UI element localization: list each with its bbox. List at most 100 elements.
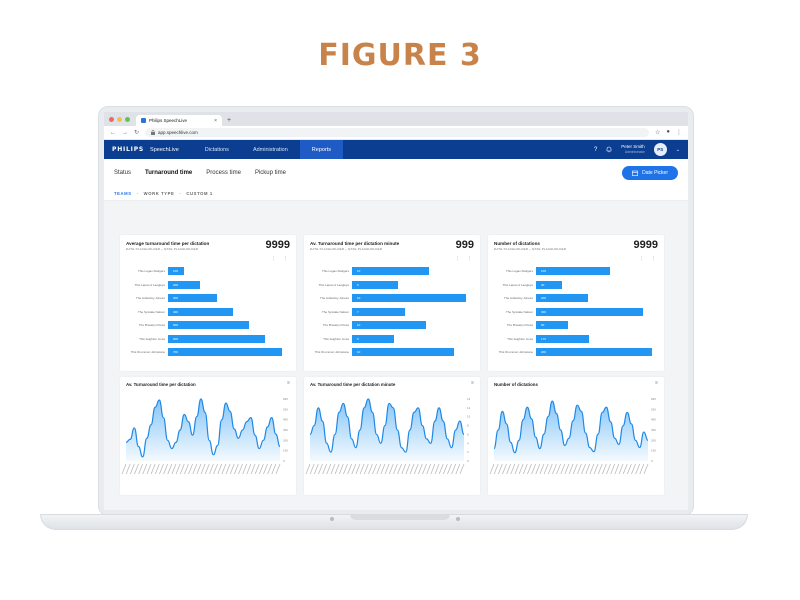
bar[interactable]: 300 — [536, 307, 643, 316]
filter-work-type[interactable]: WORK TYPE — [144, 191, 175, 196]
bar-label: This Jeighton Lines — [139, 336, 165, 341]
bar[interactable]: 500 — [168, 321, 250, 329]
bar[interactable]: 10 — [352, 267, 429, 275]
calendar-icon — [632, 170, 639, 176]
more-options-icon[interactable]: ⋮ — [651, 256, 656, 262]
date-picker-button[interactable]: Date Picker — [622, 166, 678, 180]
nav-reports[interactable]: Reports — [299, 140, 344, 159]
bell-icon[interactable] — [606, 146, 612, 153]
new-tab-icon[interactable]: + — [227, 115, 231, 126]
more-options-icon[interactable]: ⋮ — [283, 256, 288, 262]
bar-row: This Drummon Johnstone 10 — [304, 348, 455, 356]
bar-label: This Logan Rodgers — [321, 269, 349, 273]
bar[interactable]: 600 — [168, 334, 266, 343]
philips-logo[interactable]: PHILIPS — [112, 146, 144, 153]
browser-tab-title: Philips SpeechLive — [149, 118, 188, 123]
browser-tab[interactable]: Philips SpeechLive × — [136, 115, 222, 126]
user-info[interactable]: Peter Smith Administrator — [621, 144, 645, 155]
address-bar[interactable]: app.speechlive.com — [145, 128, 649, 137]
maximize-window-dot[interactable] — [125, 117, 130, 122]
profile-icon[interactable]: ● — [666, 129, 670, 136]
x-tick-mark — [196, 463, 202, 475]
bar[interactable]: 50 — [536, 321, 569, 329]
x-tick-mark — [129, 463, 135, 475]
filter-custom-1[interactable]: CUSTOM 1 — [186, 191, 212, 196]
chart-menu-icon[interactable]: ≡ — [655, 380, 658, 386]
tab-pickup-time[interactable]: Pickup time — [255, 170, 286, 176]
bar-label: This Logan Rodgers — [137, 269, 165, 273]
y-tick-label: 200 — [283, 438, 288, 442]
bar-row: The Amberley Joneze 10 — [304, 294, 466, 302]
bar-row: This Laura of Langleys 200 — [120, 280, 201, 289]
bar[interactable]: 10 — [352, 294, 466, 302]
bar[interactable]: 30 — [536, 280, 562, 289]
forward-arrow-icon[interactable]: → — [122, 130, 128, 136]
bar[interactable]: 400 — [168, 307, 233, 316]
x-tick-mark — [438, 463, 444, 475]
nav-reports-label: Reports — [311, 146, 332, 153]
tab-process-time[interactable]: Process time — [206, 170, 241, 176]
x-tick-mark — [134, 463, 139, 475]
x-tick-mark — [234, 463, 239, 475]
x-tick-mark — [351, 463, 357, 475]
x-tick-mark — [405, 463, 411, 475]
tab-status[interactable]: Status — [114, 170, 131, 176]
x-tick-mark — [459, 463, 465, 475]
bar-row: This Laura of Langleys 30 — [488, 280, 562, 289]
bar-label: The Amberley Joneze — [319, 296, 349, 300]
y-tick-label: 400 — [651, 418, 656, 422]
x-tick-mark — [426, 463, 432, 475]
minimize-window-dot[interactable] — [117, 117, 122, 122]
x-tick-mark — [159, 463, 164, 475]
bar[interactable]: 6 — [352, 334, 394, 343]
bar-label: The Amberley Joneze — [503, 296, 533, 300]
bar-row: This Jeighton Lines 600 — [120, 334, 266, 343]
bar[interactable]: 700 — [168, 348, 282, 356]
bar[interactable]: 6 — [352, 280, 399, 289]
filter-teams[interactable]: TEAMS — [114, 191, 132, 196]
browser-menu-icon[interactable]: ⋮ — [676, 129, 682, 136]
x-tick-mark — [430, 463, 436, 475]
app-header: PHILIPS SpeechLive Dictations Administra… — [104, 140, 688, 159]
x-tick-mark — [138, 463, 144, 475]
download-icon[interactable]: ⋮ — [639, 256, 644, 262]
back-arrow-icon[interactable]: ← — [110, 130, 116, 136]
card-date-range: DATE PLACEHOLDER – DATE PLACEHOLDER — [310, 247, 383, 251]
report-tabs: Status Turnaround time Process time Pick… — [104, 159, 688, 187]
bar[interactable]: 200 — [168, 280, 201, 289]
nav-dictations[interactable]: Dictations — [193, 140, 241, 159]
bar[interactable]: 10 — [352, 348, 455, 356]
download-icon[interactable]: ⋮ — [271, 256, 276, 262]
tab-turnaround-time[interactable]: Turnaround time — [145, 170, 192, 176]
reload-icon[interactable]: ↻ — [134, 129, 139, 136]
x-tick-mark — [597, 463, 603, 475]
x-tick-mark — [213, 463, 218, 475]
bar[interactable]: 170 — [536, 334, 590, 343]
bookmark-star-icon[interactable]: ☆ — [655, 129, 660, 136]
x-tick-mark — [635, 463, 641, 475]
nav-administration[interactable]: Administration — [241, 140, 300, 159]
bar[interactable]: 200 — [536, 294, 589, 302]
bar[interactable]: 7 — [352, 307, 406, 316]
chart-menu-icon[interactable]: ≡ — [471, 380, 474, 386]
x-tick-mark — [581, 463, 586, 475]
bar[interactable]: 200 — [536, 348, 652, 356]
x-tick-mark — [622, 463, 628, 475]
bar-row: This Logan Rodgers 10 — [304, 267, 429, 275]
help-icon[interactable]: ? — [594, 147, 597, 153]
bar[interactable]: 10 — [352, 321, 427, 329]
chevron-down-icon[interactable]: ⌄ — [676, 147, 680, 153]
x-tick-mark — [179, 463, 185, 475]
x-tick-mark — [242, 463, 248, 475]
bar[interactable]: 100 — [536, 267, 611, 275]
more-options-icon[interactable]: ⋮ — [467, 256, 472, 262]
close-tab-icon[interactable]: × — [214, 118, 217, 124]
y-tick-label: 500 — [651, 407, 656, 411]
avatar[interactable]: PS — [653, 143, 667, 156]
chart-menu-icon[interactable]: ≡ — [287, 380, 290, 386]
bar[interactable]: 100 — [168, 267, 185, 275]
close-window-dot[interactable] — [109, 117, 114, 122]
bar[interactable]: 300 — [168, 294, 217, 302]
x-tick-mark — [313, 463, 319, 475]
download-icon[interactable]: ⋮ — [455, 256, 460, 262]
